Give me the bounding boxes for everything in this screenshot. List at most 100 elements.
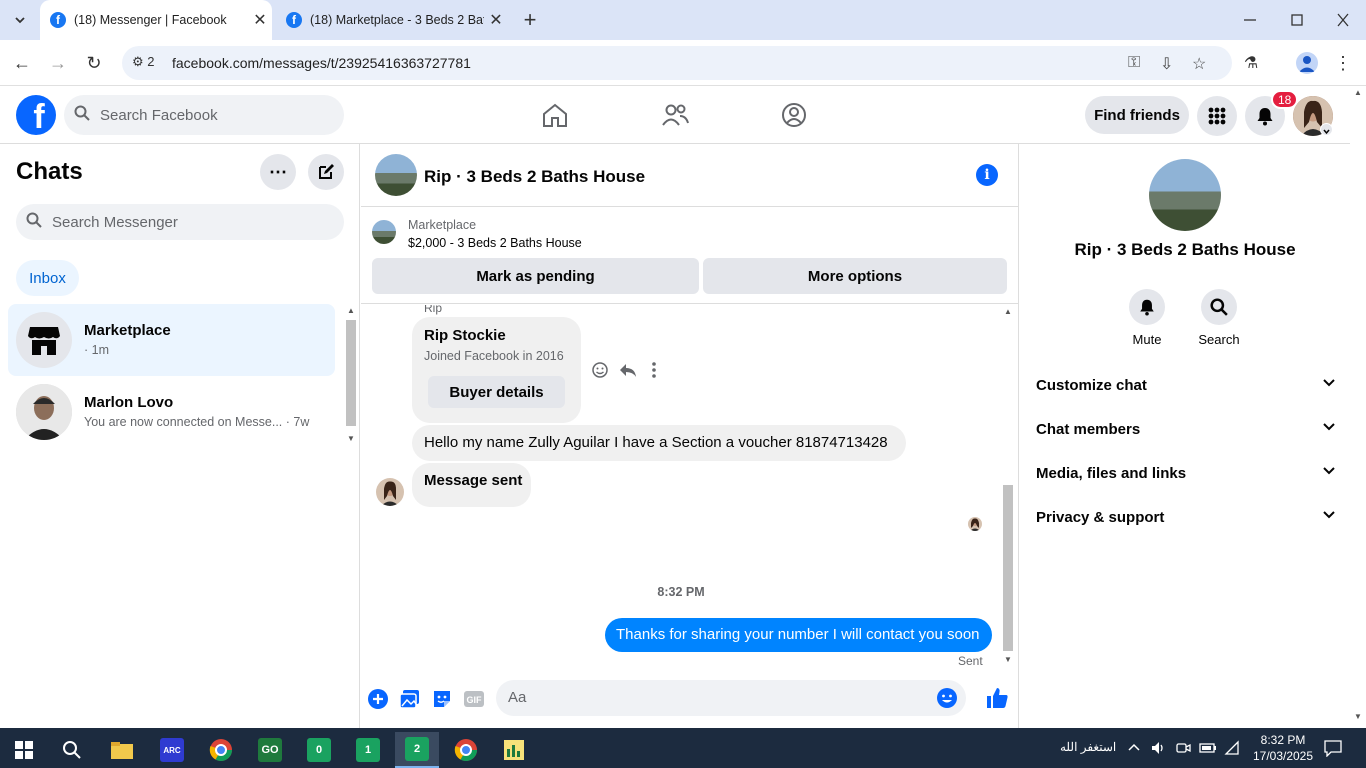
restore-icon[interactable] [1287,12,1307,28]
friends-icon[interactable] [660,100,690,130]
browser-menu-icon[interactable]: ⋮ [1330,50,1356,76]
tray-chevron-up-icon[interactable] [1127,740,1141,754]
conversation-profile-image[interactable] [1149,159,1221,231]
sender-label: Rip [424,305,443,315]
start-windows-icon[interactable] [2,732,46,768]
gif-icon[interactable]: GIF [463,688,485,710]
bookmark-star-icon[interactable]: ☆ [1192,54,1206,74]
tab-close-icon[interactable]: ✕ [248,10,272,30]
chats-options-button[interactable]: ⋯ [260,154,296,190]
message-more-icon[interactable] [649,361,659,379]
time-divider: 8:32 PM [657,585,705,599]
tab-messenger[interactable]: f (18) Messenger | Facebook ✕ [40,0,272,40]
section-media-files-links[interactable]: Media, files and links [1036,451,1336,495]
listing-thumbnail[interactable] [372,220,396,244]
site-info[interactable]: ⚙ 2 [132,54,155,70]
windows-taskbar: ARC GO 0 1 2 استغفر الله 8:32 PM 17/03/2… [0,728,1366,768]
chat-item-marlon-lovo[interactable]: Marlon Lovo You are now connected on Mes… [8,376,335,448]
sticker-icon[interactable] [431,688,453,710]
close-window-icon[interactable] [1333,12,1353,28]
reply-icon[interactable] [618,361,638,379]
section-privacy-support[interactable]: Privacy & support [1036,495,1336,539]
minimize-icon[interactable] [1240,12,1260,28]
labs-flask-icon[interactable]: ⚗ [1238,50,1264,76]
conversation-title[interactable]: Rip · 3 Beds 2 Baths House [424,167,645,187]
find-friends-button[interactable]: Find friends [1085,96,1189,134]
marketplace-banner: Marketplace $2,000 - 3 Beds 2 Baths Hous… [361,208,1019,304]
app-badge-1-icon[interactable]: 1 [346,732,390,768]
groups-icon[interactable] [779,100,809,130]
tab-title: (18) Marketplace - 3 Beds 2 Bat [310,13,484,27]
chrome-icon[interactable] [199,732,243,768]
address-bar-row: ← → ↻ ⚙ 2 facebook.com/messages/t/239254… [0,40,1366,86]
app-badge-0-icon[interactable]: 0 [297,732,341,768]
section-customize-chat[interactable]: Customize chat [1036,363,1336,407]
inbox-tab[interactable]: Inbox [16,260,79,296]
tab-close-icon[interactable]: ✕ [484,10,508,30]
home-icon[interactable] [540,100,570,130]
search-messenger-input[interactable]: Search Messenger [16,204,344,240]
mark-as-pending-button[interactable]: Mark as pending [372,258,699,294]
seen-avatar [968,517,982,531]
back-icon[interactable]: ← [9,50,35,76]
omnibox[interactable]: ⚙ 2 facebook.com/messages/t/239254163637… [122,46,1232,80]
forward-icon[interactable]: → [45,50,71,76]
buyer-details-button[interactable]: Buyer details [428,376,565,408]
search-conversation-button[interactable]: Search [1189,289,1249,347]
taskbar-search-icon[interactable] [50,732,94,768]
marketplace-store-icon [16,312,72,368]
conversation-info-icon[interactable]: i [976,164,998,186]
chats-scrollbar[interactable]: ▲ ▼ [344,306,358,446]
message-input[interactable]: Aa [496,680,966,716]
profile-avatar-icon[interactable] [1296,52,1318,74]
volume-icon[interactable] [1150,740,1166,756]
chat-item-marketplace[interactable]: Marketplace · 1m [8,304,335,376]
new-message-button[interactable] [308,154,344,190]
my-message-text: Thanks for sharing your number I will co… [616,626,980,643]
facebook-search-input[interactable]: Search Facebook [64,95,344,135]
meet-now-icon[interactable] [1175,740,1191,756]
spreadsheet-app-icon[interactable] [492,732,536,768]
goo-app-icon[interactable]: GO [248,732,292,768]
account-chevron-icon[interactable] [1320,123,1333,136]
conversation-header: Rip · 3 Beds 2 Baths House i [361,144,1019,207]
react-emoji-icon[interactable] [591,361,609,379]
tab-marketplace[interactable]: f (18) Marketplace - 3 Beds 2 Bat ✕ [276,0,508,40]
facebook-logo-icon[interactable]: f [16,95,56,135]
taskbar-clock[interactable]: 8:32 PM 17/03/2025 [1248,732,1318,764]
attach-photo-icon[interactable] [399,688,421,710]
network-icon[interactable] [1224,740,1240,756]
password-key-icon[interactable]: ⚿ [1128,54,1140,72]
file-explorer-icon[interactable] [100,732,144,768]
search-placeholder: Search Facebook [100,106,218,124]
like-thumb-icon[interactable] [985,686,1009,710]
install-app-icon[interactable]: ⇩ [1160,54,1173,74]
voucher-message: Hello my name Zully Aguilar I have a Sec… [412,425,906,461]
search-messenger-placeholder: Search Messenger [52,213,178,231]
chat-preview: · 1m [84,343,109,357]
app-badge-2-icon[interactable]: 2 [395,732,439,768]
add-attachment-icon[interactable] [367,688,389,710]
menu-grid-button[interactable] [1197,96,1237,136]
thread-scrollbar[interactable]: ▲ ▼ [1001,307,1015,667]
reload-icon[interactable]: ↻ [81,50,107,76]
chrome-profile-icon[interactable] [444,732,488,768]
chat-name: Marketplace [84,322,171,339]
arc-proxy-icon[interactable]: ARC [150,732,194,768]
new-tab-icon[interactable]: + [518,8,542,32]
facebook-favicon-icon: f [50,12,66,28]
tab-search-chevron-icon[interactable] [8,8,32,32]
message-thread: Rip Rip Stockie Joined Facebook in 2016 … [361,305,1019,667]
more-options-button[interactable]: More options [703,258,1007,294]
emoji-icon[interactable] [936,687,958,709]
mute-button[interactable]: Mute [1117,289,1177,347]
chats-sidebar: Chats ⋯ Search Messenger Inbox Marketpla… [0,144,360,728]
profile-card-message: Rip Stockie Joined Facebook in 2016 Buye… [412,317,581,423]
section-chat-members[interactable]: Chat members [1036,407,1336,451]
page-scrollbar[interactable]: ▲ ▼ [1350,86,1366,728]
listing-title[interactable]: $2,000 - 3 Beds 2 Baths House [408,236,582,250]
battery-icon[interactable] [1199,740,1217,756]
conversation-avatar[interactable] [375,154,417,196]
marketplace-label: Marketplace [408,218,477,232]
notification-center-icon[interactable] [1324,739,1342,758]
